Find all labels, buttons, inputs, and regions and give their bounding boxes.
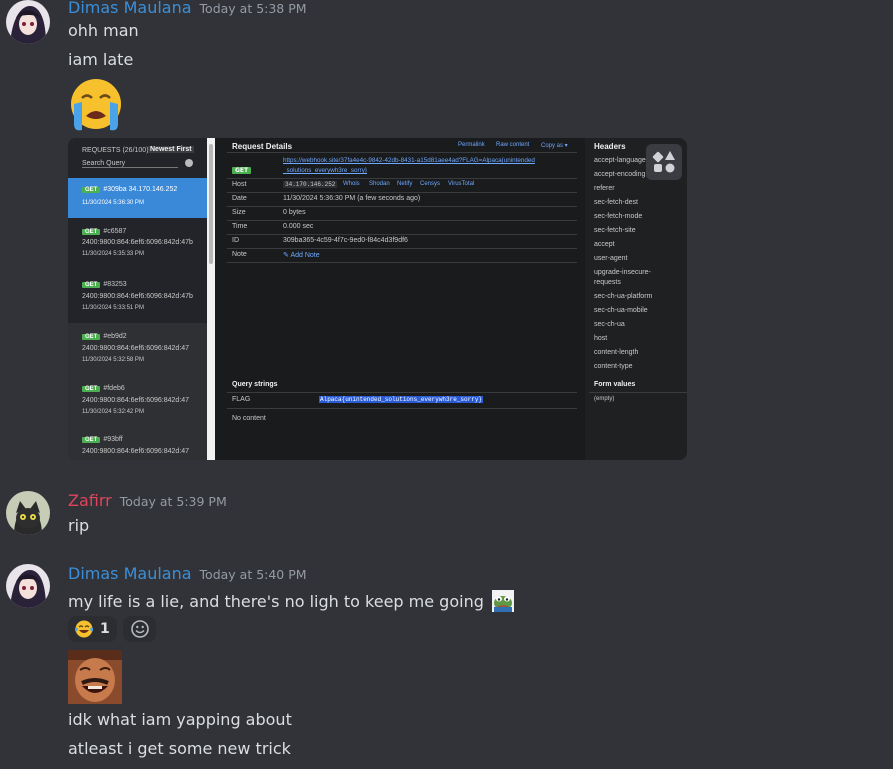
form-values-title: Form values — [594, 381, 636, 388]
requests-header: REQUESTS (26/100) — [82, 147, 149, 154]
loudly-crying-face-icon — [68, 78, 124, 134]
header-key: user-agent — [594, 255, 628, 262]
tears-of-joy-icon — [75, 620, 93, 638]
message-text: rip — [68, 516, 90, 535]
header-key: accept-language — [594, 157, 646, 164]
no-content-text: No content — [232, 415, 266, 422]
message-text: ohh man — [68, 21, 139, 40]
request-item[interactable]: GET #309ba 34.170.146.252 11/30/2024 5:36… — [68, 178, 207, 218]
header-key: referer — [594, 185, 615, 192]
add-note-button[interactable]: ✎ Add Note — [283, 251, 320, 259]
add-reaction-button[interactable] — [123, 616, 156, 642]
header-key: content-type — [594, 363, 633, 370]
add-reaction-icon — [130, 620, 149, 638]
date-label: Date — [232, 195, 247, 202]
timestamp: Today at 5:40 PM — [199, 567, 307, 582]
request-item[interactable]: GET #c6587 2400:9800:864:6ef6:6096:842d:4… — [68, 224, 207, 274]
header-key: sec-ch-ua — [594, 321, 625, 328]
host-ip: 34.170.146.252 — [283, 181, 338, 188]
query-key: FLAG — [232, 396, 251, 403]
permalink-link[interactable]: Permalink — [458, 142, 485, 148]
scrollbar-thumb[interactable] — [209, 144, 213, 264]
form-values-empty: (empty) — [594, 396, 615, 402]
copy-as-dropdown[interactable]: Copy as ▾ — [541, 142, 568, 149]
query-value[interactable]: Alpaca{unintended_solutions_everywh3re_s… — [319, 396, 484, 403]
message-header: Dimas Maulana Today at 5:40 PM — [68, 564, 307, 583]
headers-panel: Headers accept-language accept-encoding … — [585, 138, 687, 460]
size-value: 0 bytes — [283, 209, 306, 216]
date-value: 11/30/2024 5:36:30 PM (a few seconds ago… — [283, 195, 421, 202]
sad-pepe-emoji-icon — [491, 590, 514, 612]
gallery-hint-icon[interactable] — [646, 144, 682, 180]
whois-link[interactable]: Whois — [343, 181, 360, 187]
headers-title: Headers — [594, 142, 626, 151]
request-item[interactable]: GET #fdeb6 2400:9800:864:6ef6:6096:842d:4… — [68, 383, 207, 423]
reaction-button[interactable]: 1 — [68, 616, 117, 642]
size-label: Size — [232, 209, 246, 216]
header-key: upgrade-insecure- — [594, 269, 651, 276]
request-url-cont[interactable]: _solutions_everywh3re_sorry} — [283, 167, 367, 174]
header-key: sec-fetch-site — [594, 227, 636, 234]
details-title: Request Details — [232, 142, 293, 151]
header-key: sec-ch-ua-platform — [594, 293, 653, 300]
netify-link[interactable]: Netify — [397, 181, 412, 187]
time-value: 0.000 sec — [283, 223, 314, 230]
avatar[interactable] — [6, 0, 50, 44]
embedded-screenshot[interactable]: REQUESTS (26/100) Newest First Search Qu… — [68, 138, 687, 460]
request-item[interactable]: GET #eb9d2 2400:9800:864:6ef6:6096:842d:4… — [68, 331, 207, 371]
id-label: ID — [232, 237, 239, 244]
query-strings-title: Query strings — [232, 381, 278, 388]
header-key: host — [594, 335, 608, 342]
header-key: sec-ch-ua-mobile — [594, 307, 648, 314]
username[interactable]: Dimas Maulana — [68, 0, 192, 17]
virustotal-link[interactable]: VirusTotal — [448, 181, 474, 187]
username[interactable]: Zafirr — [68, 491, 112, 510]
timestamp: Today at 5:39 PM — [119, 494, 227, 509]
search-input[interactable]: Search Query — [82, 160, 178, 168]
header-key: accept-encoding — [594, 171, 646, 178]
message-text: idk what iam yapping about — [68, 710, 292, 729]
avatar[interactable] — [6, 564, 50, 608]
header-key: sec-fetch-dest — [594, 199, 638, 206]
header-key: requests — [594, 279, 621, 286]
message-header: Dimas Maulana Today at 5:38 PM — [68, 0, 307, 17]
header-key: sec-fetch-mode — [594, 213, 643, 220]
scrollbar[interactable] — [207, 138, 215, 460]
timestamp: Today at 5:38 PM — [199, 1, 307, 16]
help-icon[interactable] — [185, 159, 193, 167]
time-label: Time — [232, 223, 248, 230]
method-badge: GET — [232, 167, 252, 174]
header-key: accept — [594, 241, 615, 248]
shodan-link[interactable]: Shodan — [369, 181, 390, 187]
request-item[interactable]: GET #93bff 2400:9800:864:6ef6:6096:842d:4… — [68, 435, 207, 460]
message-text: iam late — [68, 50, 134, 69]
censys-link[interactable]: Censys — [420, 181, 440, 187]
request-item[interactable]: GET #83253 2400:9800:864:6ef6:6096:842d:4… — [68, 279, 207, 329]
id-value: 309ba365-4c59-4f7c-9ed0-f84c4d3f9df6 — [283, 237, 408, 244]
raw-content-link[interactable]: Raw content — [496, 142, 529, 148]
request-url[interactable]: https://webhook.site/37fa4e4c-9842-42db-… — [283, 157, 535, 164]
requests-sidebar: REQUESTS (26/100) Newest First Search Qu… — [68, 138, 207, 460]
username[interactable]: Dimas Maulana — [68, 564, 192, 583]
message-text: my life is a lie, and there's no ligh to… — [68, 590, 514, 612]
avatar[interactable] — [6, 491, 50, 535]
note-label: Note — [232, 251, 247, 258]
pencil-icon: ✎ — [283, 252, 289, 259]
newest-first-button[interactable]: Newest First — [148, 146, 194, 153]
header-key: content-length — [594, 349, 639, 356]
reaction-count: 1 — [100, 621, 110, 637]
message-text: atleast i get some new trick — [68, 739, 291, 758]
laughing-man-emoji-icon[interactable] — [68, 650, 122, 704]
host-label: Host — [232, 181, 247, 188]
message-header: Zafirr Today at 5:39 PM — [68, 491, 227, 510]
request-details: Request Details Permalink Raw content Co… — [215, 138, 585, 460]
